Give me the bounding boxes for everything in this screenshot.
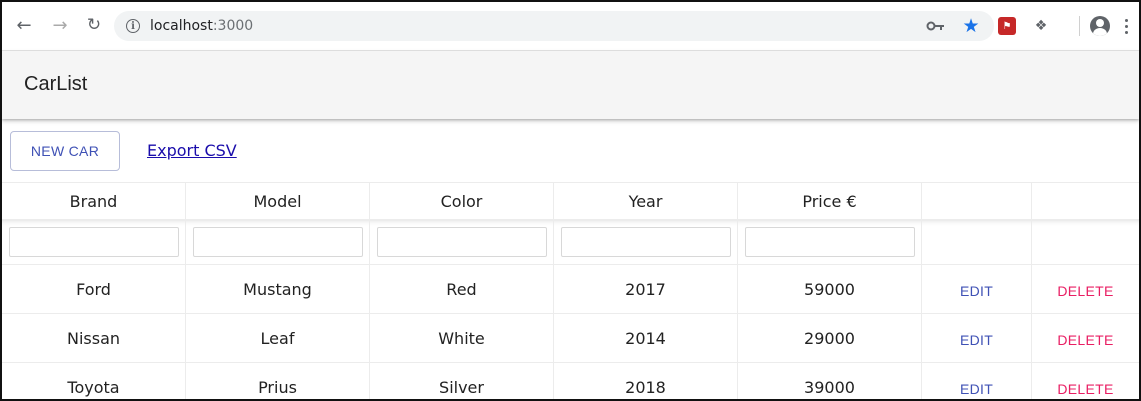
cell-model: Leaf <box>186 314 370 362</box>
filter-cell-empty <box>922 220 1032 264</box>
car-table: Brand Model Color Year Price € Ford Must… <box>2 182 1139 399</box>
forward-arrow-icon[interactable]: → <box>48 13 72 37</box>
delete-cell: DELETE <box>1032 265 1139 313</box>
browser-toolbar: ← → ↻ i localhost:3000 ★ ⚑ ❖ <box>2 2 1139 51</box>
column-header-color[interactable]: Color <box>370 183 554 219</box>
cell-year: 2018 <box>554 363 738 399</box>
extension-icon-2[interactable]: ❖ <box>1030 14 1052 38</box>
column-header-price[interactable]: Price € <box>738 183 922 219</box>
column-header-edit <box>922 183 1032 219</box>
year-filter-input[interactable] <box>560 227 731 257</box>
filter-cell-empty <box>1032 220 1139 264</box>
column-header-brand[interactable]: Brand <box>2 183 186 219</box>
filter-cell <box>554 220 738 264</box>
delete-cell: DELETE <box>1032 314 1139 362</box>
edit-cell: EDIT <box>922 363 1032 399</box>
url-host: localhost <box>150 18 213 34</box>
delete-button[interactable]: DELETE <box>1057 279 1113 299</box>
filter-cell <box>186 220 370 264</box>
cell-model: Prius <box>186 363 370 399</box>
app-bar: CarList <box>2 51 1139 119</box>
filter-cell <box>370 220 554 264</box>
brand-filter-input[interactable] <box>8 227 179 257</box>
info-icon[interactable]: i <box>126 19 140 33</box>
key-icon[interactable] <box>925 14 947 38</box>
model-filter-input[interactable] <box>192 227 363 257</box>
cell-model: Mustang <box>186 265 370 313</box>
cell-brand: Nissan <box>2 314 186 362</box>
grid-toolbar: NEW CAR Export CSV <box>2 124 1139 182</box>
table-row: Nissan Leaf White 2014 29000 EDIT DELETE <box>2 314 1139 363</box>
url-port: :3000 <box>212 18 254 34</box>
delete-cell: DELETE <box>1032 363 1139 399</box>
column-header-year[interactable]: Year <box>554 183 738 219</box>
column-header-delete <box>1032 183 1139 219</box>
column-header-model[interactable]: Model <box>186 183 370 219</box>
cell-color: Silver <box>370 363 554 399</box>
table-header-row: Brand Model Color Year Price € <box>2 182 1139 220</box>
edit-button[interactable]: EDIT <box>960 279 993 299</box>
delete-button[interactable]: DELETE <box>1057 328 1113 348</box>
address-bar[interactable]: i localhost:3000 <box>114 11 994 41</box>
export-csv-link[interactable]: Export CSV <box>147 141 237 160</box>
cell-brand: Toyota <box>2 363 186 399</box>
color-filter-input[interactable] <box>376 227 547 257</box>
menu-icon[interactable] <box>1120 14 1132 38</box>
delete-button[interactable]: DELETE <box>1057 377 1113 397</box>
reload-icon[interactable]: ↻ <box>82 13 106 37</box>
table-row: Ford Mustang Red 2017 59000 EDIT DELETE <box>2 265 1139 314</box>
cell-color: Red <box>370 265 554 313</box>
price-filter-input[interactable] <box>744 227 915 257</box>
cell-price: 59000 <box>738 265 922 313</box>
star-icon[interactable]: ★ <box>960 14 982 38</box>
cell-year: 2014 <box>554 314 738 362</box>
cell-price: 29000 <box>738 314 922 362</box>
browser-window: ← → ↻ i localhost:3000 ★ ⚑ ❖ CarList NEW… <box>0 0 1141 401</box>
filter-cell <box>738 220 922 264</box>
page-title: CarList <box>24 73 88 95</box>
back-arrow-icon[interactable]: ← <box>12 13 36 37</box>
cell-year: 2017 <box>554 265 738 313</box>
cell-brand: Ford <box>2 265 186 313</box>
edit-button[interactable]: EDIT <box>960 328 993 348</box>
extension-icon[interactable]: ⚑ <box>996 14 1018 38</box>
toolbar-divider <box>1079 16 1080 36</box>
cell-price: 39000 <box>738 363 922 399</box>
edit-cell: EDIT <box>922 314 1032 362</box>
account-icon[interactable] <box>1088 14 1112 38</box>
cell-color: White <box>370 314 554 362</box>
new-car-button[interactable]: NEW CAR <box>10 131 120 171</box>
filter-cell <box>2 220 186 264</box>
edit-cell: EDIT <box>922 265 1032 313</box>
filter-row <box>2 220 1139 265</box>
table-row: Toyota Prius Silver 2018 39000 EDIT DELE… <box>2 363 1139 399</box>
edit-button[interactable]: EDIT <box>960 377 993 397</box>
